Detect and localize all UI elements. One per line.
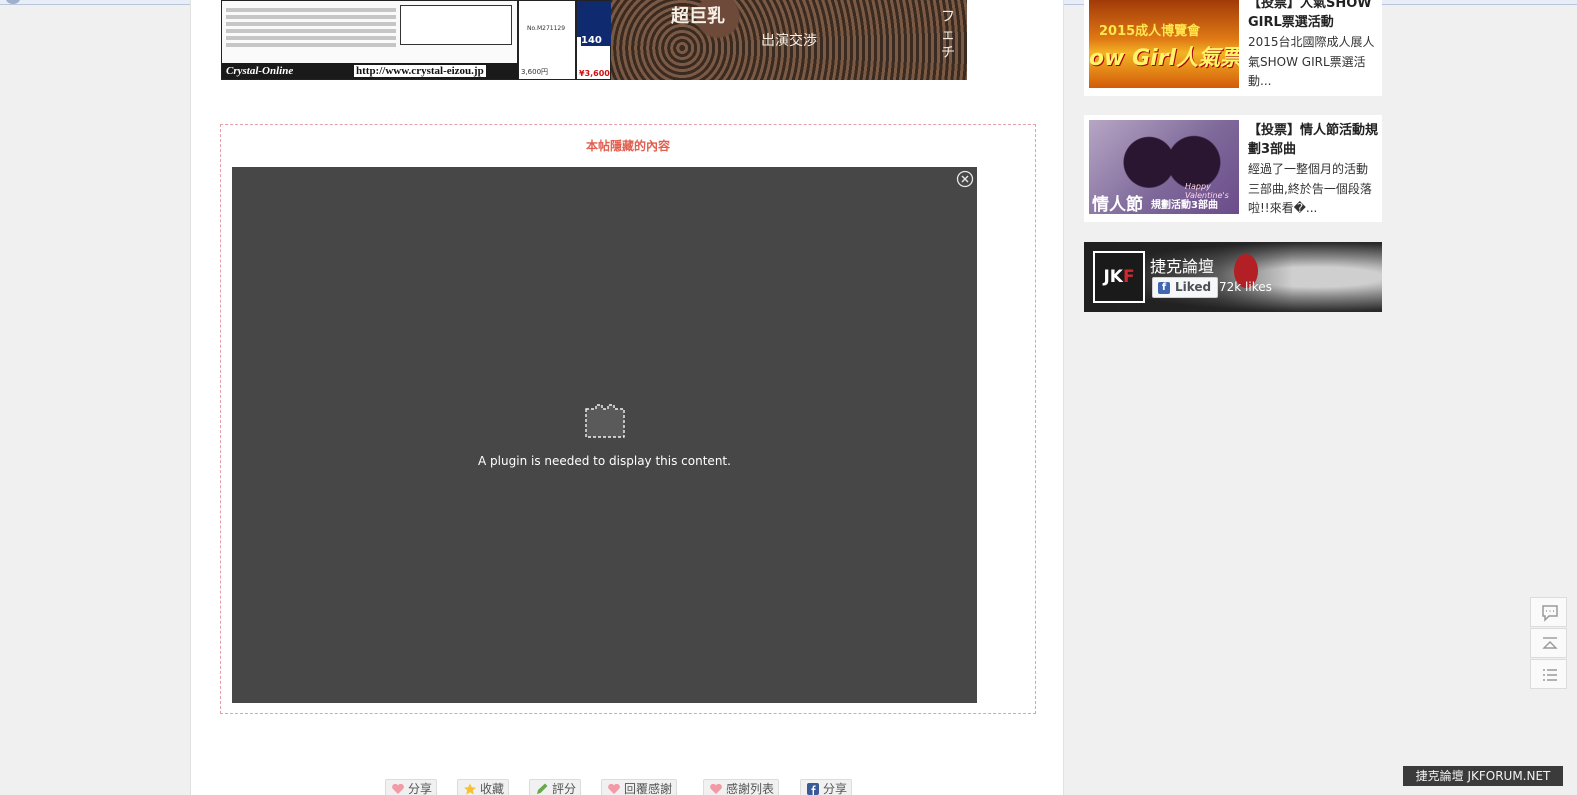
back-to-top-button[interactable] (1530, 628, 1567, 658)
plugin-icon (585, 404, 625, 438)
plugin-message: A plugin is needed to display this conte… (478, 454, 731, 468)
cover-spine: No.M271129 3,600円 (518, 0, 576, 80)
valentine-thumbnail[interactable]: Happy Valentine's 情人節 規劃活動3部曲 (1089, 120, 1239, 214)
list-tool-button[interactable] (1530, 659, 1567, 689)
cover-brand: Crystal-Online (226, 65, 294, 77)
facebook-page-name[interactable]: 捷克論壇 (1150, 253, 1214, 277)
cover-front-title: 超巨乳 (671, 6, 725, 27)
cover-spine-number: 140 (581, 35, 611, 46)
showgirl-card-desc: 2015台北國際成人展人氣SHOW GIRL票選活動... (1248, 35, 1375, 88)
cover-back: Crystal-Online http://www.crystal-eizou.… (221, 0, 519, 80)
reply-thanks-button[interactable]: 回覆感謝 (601, 779, 678, 795)
facebook-share-label: 分享 (823, 782, 848, 795)
site-watermark: 捷克論壇 JKFORUM.NET (1403, 766, 1563, 786)
rate-button[interactable]: 評分 (529, 779, 582, 795)
share-label: 分享 (408, 782, 433, 795)
cover-product-code: No.M271129 (527, 25, 566, 32)
heart-icon (392, 783, 404, 794)
thanks-list-button[interactable]: 感謝列表 (703, 779, 780, 795)
valentine-card-title[interactable]: 【投票】情人節活動規劃3部曲 (1248, 121, 1378, 159)
valentine-card-desc: 經過了一整個月的活動三部曲,終於告一個段落啦!!來看�... (1248, 162, 1372, 215)
sidebar-card-valentine-vote[interactable]: Happy Valentine's 情人節 規劃活動3部曲 【投票】情人節活動規… (1084, 115, 1382, 222)
browser-tab-edge (6, 0, 20, 4)
dvd-cover-image: Crystal-Online http://www.crystal-eizou.… (221, 0, 967, 80)
sidebar-card-showgirl-vote[interactable]: 2015成人博覽會 ow Girl人氣票 【投票】人氣SHOW GIRL票選活動… (1084, 0, 1382, 96)
star-icon (464, 783, 476, 795)
favorite-label: 收藏 (480, 782, 505, 795)
cover-front: 超巨乳 出演交渉 フェチ (611, 0, 967, 80)
facebook-liked-label: Liked (1175, 280, 1212, 294)
hidden-content-box: 本帖隱藏的內容 A plugin is needed to display th… (220, 124, 1036, 714)
rate-label: 評分 (552, 782, 577, 795)
showgirl-thumbnail[interactable]: 2015成人博覽會 ow Girl人氣票 (1089, 0, 1239, 88)
favorite-button[interactable]: 收藏 (457, 779, 510, 795)
jkf-logo-text: JK (1103, 267, 1123, 287)
cover-side-block (577, 1, 611, 37)
jkf-logo[interactable]: JKF (1093, 251, 1145, 303)
cover-url: http://www.crystal-eizou.jp (354, 65, 486, 77)
cover-spine-price: ¥3,600 (579, 69, 610, 78)
showgirl-card-title[interactable]: 【投票】人氣SHOW GIRL票選活動 (1248, 0, 1378, 32)
valentine-thumb-title: 情人節 (1092, 195, 1143, 214)
cover-brand-bar: Crystal-Online http://www.crystal-eizou.… (222, 63, 519, 79)
facebook-share-button[interactable]: 分享 (800, 779, 853, 795)
heart-icon (608, 783, 620, 794)
showgirl-thumb-headline: ow Girl人氣票 (1089, 46, 1239, 71)
cover-side: 140 ¥3,600 (576, 0, 611, 80)
cover-price-small: 3,600円 (521, 68, 549, 76)
valentine-thumb-subtitle: 規劃活動3部曲 (1151, 200, 1218, 211)
thanks-list-label: 感謝列表 (726, 782, 775, 795)
arrow-up-icon (1542, 637, 1558, 649)
reply-tool-button[interactable] (1530, 597, 1567, 627)
post-content-area: Crystal-Online http://www.crystal-eizou.… (190, 0, 1064, 795)
heart-icon (710, 783, 722, 794)
pencil-icon (537, 783, 548, 794)
hidden-content-title: 本帖隱藏的內容 (585, 139, 670, 153)
comment-icon (1542, 605, 1558, 622)
facebook-liked-button[interactable]: f Liked (1152, 277, 1219, 298)
share-button[interactable]: 分享 (385, 779, 438, 795)
plugin-placeholder[interactable]: A plugin is needed to display this conte… (232, 167, 977, 703)
cover-white-box (400, 5, 512, 45)
close-icon[interactable] (956, 170, 974, 188)
jkf-logo-accent: F (1122, 267, 1135, 287)
reply-thanks-label: 回覆感謝 (624, 782, 673, 795)
cover-fine-print (226, 5, 396, 61)
facebook-icon (807, 783, 819, 795)
facebook-page-widget[interactable]: JKF 捷克論壇 f Liked 72k likes (1084, 242, 1382, 312)
list-icon (1543, 669, 1557, 681)
showgirl-thumb-text: 2015成人博覽會 (1099, 24, 1201, 39)
facebook-likes-count: 72k likes (1219, 280, 1272, 294)
cover-front-subtitle: 出演交渉 (761, 33, 817, 49)
cover-front-side-text: フェチ (941, 9, 955, 61)
facebook-icon: f (1158, 282, 1170, 294)
